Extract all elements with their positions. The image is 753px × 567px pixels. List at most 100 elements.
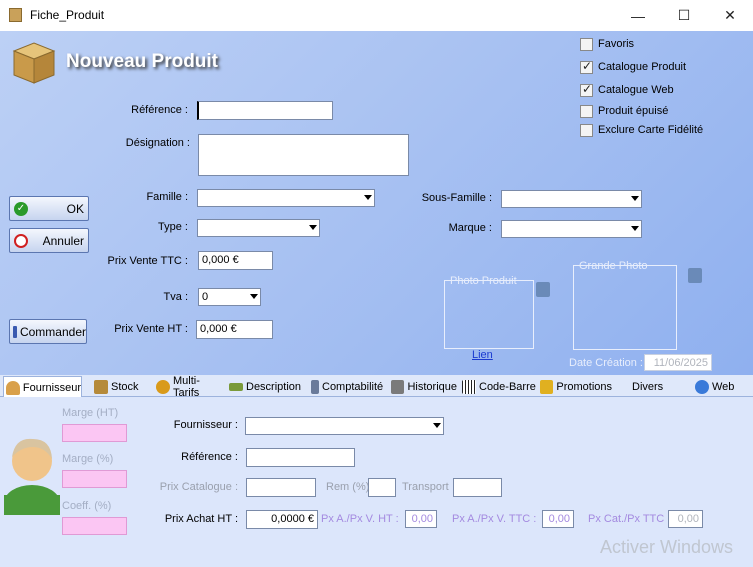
tab-code-barre-label: Code-Barre bbox=[479, 381, 536, 393]
tab-divers[interactable]: Divers bbox=[630, 377, 672, 397]
pxa-pxv-ht-label: Px A./Px V. HT : bbox=[321, 513, 399, 525]
rem-input[interactable] bbox=[368, 478, 396, 497]
cancel-icon bbox=[14, 233, 28, 248]
tva-select[interactable]: 0 bbox=[198, 288, 261, 306]
tab-web-label: Web bbox=[712, 381, 735, 393]
favoris-label: Favoris bbox=[598, 38, 635, 50]
reference-input[interactable] bbox=[197, 101, 333, 120]
transport-input[interactable] bbox=[453, 478, 502, 497]
prix-ht-label: Prix Vente HT : bbox=[114, 323, 188, 335]
maximize-button[interactable]: ☐ bbox=[661, 0, 707, 31]
date-creation-value: 11/06/2025 bbox=[644, 354, 712, 371]
tab-fournisseur[interactable]: Fournisseur bbox=[3, 376, 82, 398]
app-box-icon bbox=[9, 8, 22, 22]
tab-code-barre[interactable]: Code-Barre bbox=[460, 377, 536, 397]
tab-strip: Fournisseur Stock Multi-Tarifs Descripti… bbox=[0, 375, 753, 399]
page-title: Nouveau Produit bbox=[66, 51, 219, 72]
supplier-reference-input[interactable] bbox=[246, 448, 355, 467]
coeff-label: Coeff. (%) bbox=[62, 500, 112, 512]
pxa-pxv-ttc-label: Px A./Px V. TTC : bbox=[452, 513, 537, 525]
gear-icon bbox=[391, 380, 405, 394]
box-icon bbox=[94, 380, 108, 394]
minimize-button[interactable]: — bbox=[615, 0, 661, 31]
date-creation-label: Date Création : bbox=[569, 357, 643, 369]
tab-fournisseur-label: Fournisseur bbox=[22, 381, 81, 394]
tab-promotions[interactable]: Promotions bbox=[538, 377, 612, 397]
famille-select[interactable] bbox=[197, 189, 375, 207]
tag-icon bbox=[540, 380, 554, 394]
produit-epuise-checkbox[interactable] bbox=[580, 105, 593, 118]
tab-comptabilite-label: Comptabilité bbox=[322, 381, 384, 393]
coins-icon bbox=[156, 380, 170, 394]
tab-divers-label: Divers bbox=[632, 381, 664, 393]
marque-select[interactable] bbox=[501, 220, 642, 238]
exclure-carte-checkbox[interactable] bbox=[580, 124, 593, 137]
tab-historique[interactable]: Historique bbox=[389, 377, 457, 397]
close-button[interactable]: ✕ bbox=[707, 0, 753, 31]
designation-textarea[interactable] bbox=[198, 134, 409, 176]
grande-photo-title: Grande Photo bbox=[579, 260, 648, 272]
type-select[interactable] bbox=[197, 219, 320, 237]
catalogue-web-label: Catalogue Web bbox=[598, 84, 674, 96]
designation-label: Désignation : bbox=[125, 137, 190, 149]
commander-button[interactable]: Commander bbox=[9, 319, 87, 344]
pxcat-field: 0,00 bbox=[668, 510, 703, 528]
lien-link[interactable]: Lien bbox=[472, 349, 493, 361]
fournisseur-panel: Marge (HT) Marge (%) Coeff. (%) Fourniss… bbox=[0, 397, 753, 567]
chevron-down-icon bbox=[364, 195, 372, 200]
pencil-icon bbox=[229, 383, 243, 391]
favoris-checkbox[interactable] bbox=[580, 38, 593, 51]
tab-stock-label: Stock bbox=[111, 381, 139, 393]
tab-web[interactable]: Web bbox=[693, 377, 743, 397]
tab-multi-tarifs[interactable]: Multi-Tarifs bbox=[154, 375, 226, 399]
photo-produit-box[interactable] bbox=[444, 280, 534, 349]
prix-catalogue-input[interactable] bbox=[246, 478, 316, 497]
globe-icon bbox=[695, 380, 709, 394]
tab-description[interactable]: Description bbox=[227, 377, 303, 397]
marge-ht-field bbox=[62, 424, 127, 442]
prix-catalogue-label: Prix Catalogue : bbox=[159, 481, 238, 493]
catalogue-web-checkbox[interactable] bbox=[580, 82, 593, 97]
tab-multi-tarifs-label: Multi-Tarifs bbox=[172, 375, 200, 399]
annuler-label: Annuler bbox=[42, 233, 84, 248]
supplier-avatar bbox=[3, 433, 61, 521]
rem-label: Rem (%) bbox=[326, 481, 370, 493]
delete-photo-icon[interactable] bbox=[536, 282, 550, 297]
sous-famille-label: Sous-Famille : bbox=[421, 192, 492, 204]
chevron-down-icon bbox=[433, 423, 441, 428]
supplier-reference-label: Référence : bbox=[181, 451, 238, 463]
pxa-pxv-ttc-field: 0,00 bbox=[542, 510, 574, 528]
commander-label: Commander bbox=[19, 324, 86, 339]
annuler-button[interactable]: Annuler bbox=[9, 228, 89, 253]
prix-achat-input[interactable]: 0,0000 € bbox=[246, 510, 318, 529]
exclure-carte-label: Exclure Carte Fidélité bbox=[598, 124, 704, 136]
barcode-icon bbox=[462, 380, 476, 394]
tab-historique-label: Historique bbox=[407, 381, 457, 393]
famille-label: Famille : bbox=[146, 191, 188, 203]
sous-famille-select[interactable] bbox=[501, 190, 642, 208]
chevron-down-icon bbox=[631, 226, 639, 231]
marge-pct-field bbox=[62, 470, 127, 488]
prix-ttc-input[interactable]: 0,000 € bbox=[198, 251, 273, 270]
ok-button[interactable]: ✓ OK bbox=[9, 196, 89, 221]
fournisseur-select[interactable] bbox=[245, 417, 444, 435]
produit-epuise-label: Produit épuisé bbox=[598, 105, 669, 117]
type-label: Type : bbox=[158, 221, 188, 233]
tab-promotions-label: Promotions bbox=[556, 381, 612, 393]
tab-stock[interactable]: Stock bbox=[92, 377, 150, 397]
transport-label: Transport bbox=[402, 481, 449, 493]
fournisseur-label: Fournisseur : bbox=[173, 419, 238, 431]
catalogue-produit-checkbox[interactable] bbox=[580, 59, 593, 74]
reference-label: Référence : bbox=[131, 104, 188, 116]
grande-photo-box[interactable] bbox=[573, 265, 677, 350]
marge-pct-label: Marge (%) bbox=[62, 453, 114, 465]
chevron-down-icon bbox=[250, 294, 258, 299]
tab-comptabilite[interactable]: Comptabilité bbox=[309, 377, 387, 397]
prix-ht-input[interactable]: 0,000 € bbox=[196, 320, 273, 339]
tab-description-label: Description bbox=[246, 381, 302, 393]
marque-label: Marque : bbox=[448, 222, 492, 234]
tva-label: Tva : bbox=[163, 291, 188, 303]
ok-label: OK bbox=[66, 201, 84, 216]
title-bar: Fiche_Produit — ☐ ✕ bbox=[0, 0, 753, 31]
delete-grande-photo-icon[interactable] bbox=[688, 268, 702, 283]
